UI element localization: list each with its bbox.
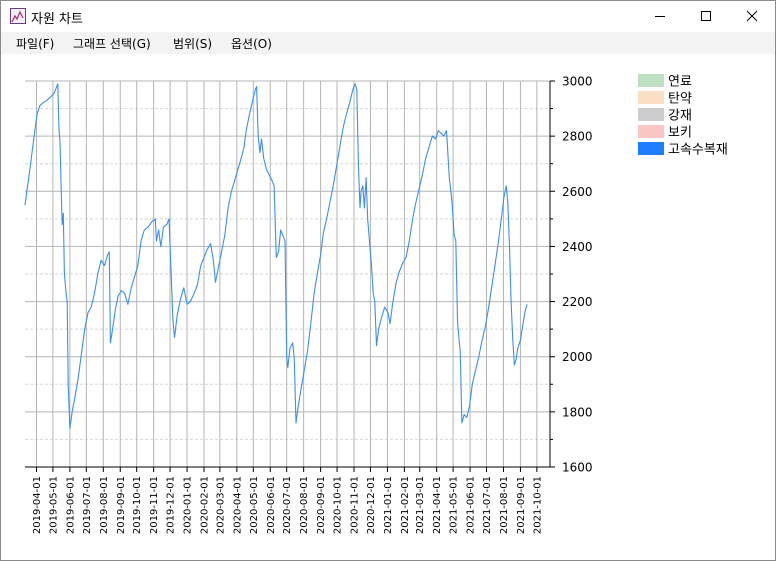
x-tick-label: 2020-12-01 <box>366 476 377 534</box>
menu-bar: 파일(F) 그래프 선택(G) 범위(S) 옵션(O) <box>1 32 775 54</box>
chart-grid <box>25 80 550 468</box>
y-tick-label: 2400 <box>562 240 593 254</box>
y-tick-label: 3000 <box>562 75 593 89</box>
x-axis: 2019-04-01 2019-05-01 2019-06-01 2019-07-01… <box>32 467 543 534</box>
minimize-icon <box>655 16 665 17</box>
x-tick-label: 2021-02-01 <box>400 476 411 534</box>
x-tick-label: 2020-07-01 <box>282 476 293 534</box>
x-tick-label: 2019-07-01 <box>82 476 93 534</box>
x-tick-label: 2021-06-01 <box>466 476 477 534</box>
x-tick-label: 2021-09-01 <box>516 476 527 534</box>
x-tick-label: 2020-11-01 <box>350 476 361 534</box>
x-tick-label: 2019-09-01 <box>116 476 127 534</box>
x-tick-label: 2020-01-01 <box>183 476 194 534</box>
legend-swatch <box>638 142 664 155</box>
x-tick-label: 2021-03-01 <box>415 476 426 534</box>
legend-label: 탄약 <box>668 92 692 107</box>
x-tick-label: 2020-09-01 <box>316 476 327 534</box>
x-tick-label: 2019-05-01 <box>48 476 59 534</box>
close-button[interactable] <box>729 1 775 31</box>
x-tick-label: 2021-08-01 <box>499 476 510 534</box>
menu-options[interactable]: 옵션(O) <box>231 35 272 52</box>
x-tick-label: 2020-02-01 <box>200 476 211 534</box>
y-tick-label: 2800 <box>562 130 593 144</box>
x-tick-label: 2019-04-01 <box>32 476 43 534</box>
legend-swatch <box>638 108 664 121</box>
legend-label: 고속수복재 <box>668 143 728 158</box>
x-tick-label: 2021-10-01 <box>532 476 543 534</box>
x-tick-label: 2019-12-01 <box>166 476 177 534</box>
minimize-button[interactable] <box>637 1 683 31</box>
y-tick-label: 1800 <box>562 405 593 419</box>
legend-label: 연료 <box>668 75 692 90</box>
y-axis: 1600 1800 2000 2200 2400 2600 2800 3000 <box>550 75 593 475</box>
legend-swatch <box>638 125 664 138</box>
menu-file[interactable]: 파일(F) <box>16 35 54 52</box>
legend-swatch <box>638 74 664 87</box>
x-tick-label: 2020-06-01 <box>266 476 277 534</box>
resource-chart: 1600 1800 2000 2200 2400 2600 2800 3000 2019-04… <box>24 74 728 534</box>
chart-app-icon <box>10 8 26 24</box>
x-tick-label: 2021-01-01 <box>383 476 394 534</box>
y-tick-label: 2200 <box>562 295 593 309</box>
x-tick-label: 2019-08-01 <box>99 476 110 534</box>
x-tick-label: 2020-05-01 <box>249 476 260 534</box>
y-tick-label: 1600 <box>562 461 593 475</box>
x-tick-label: 2020-08-01 <box>299 476 310 534</box>
x-tick-label: 2021-05-01 <box>449 476 460 534</box>
x-tick-label: 2019-11-01 <box>149 476 160 534</box>
y-tick-label: 2600 <box>562 185 593 199</box>
x-tick-label: 2021-04-01 <box>432 476 443 534</box>
x-tick-label: 2019-10-01 <box>132 476 143 534</box>
menu-range[interactable]: 범위(S) <box>173 35 212 52</box>
title-bar: 자원 차트 <box>1 1 775 31</box>
x-tick-label: 2020-10-01 <box>333 476 344 534</box>
legend-swatch <box>638 91 664 104</box>
menu-graph-select[interactable]: 그래프 선택(G) <box>73 35 151 52</box>
window-title: 자원 차트 <box>31 12 83 27</box>
x-tick-label: 2020-03-01 <box>215 476 226 534</box>
maximize-button[interactable] <box>683 1 729 31</box>
app-window: 자원 차트 파일(F) 그래프 선택(G) 범위(S) 옵션(O) 1600 18… <box>0 0 776 561</box>
legend-label: 보키 <box>668 126 692 141</box>
y-tick-label: 2000 <box>562 350 593 364</box>
series-line-고속수복재 <box>24 83 528 429</box>
x-tick-label: 2020-04-01 <box>232 476 243 534</box>
series-layer <box>24 83 528 429</box>
x-tick-label: 2021-07-01 <box>482 476 493 534</box>
maximize-icon <box>701 11 711 21</box>
legend-label: 강재 <box>668 109 692 124</box>
close-icon <box>746 10 758 22</box>
chart-legend: 연료탄약강재보키고속수복재 <box>638 74 728 158</box>
x-tick-label: 2019-06-01 <box>65 476 76 534</box>
